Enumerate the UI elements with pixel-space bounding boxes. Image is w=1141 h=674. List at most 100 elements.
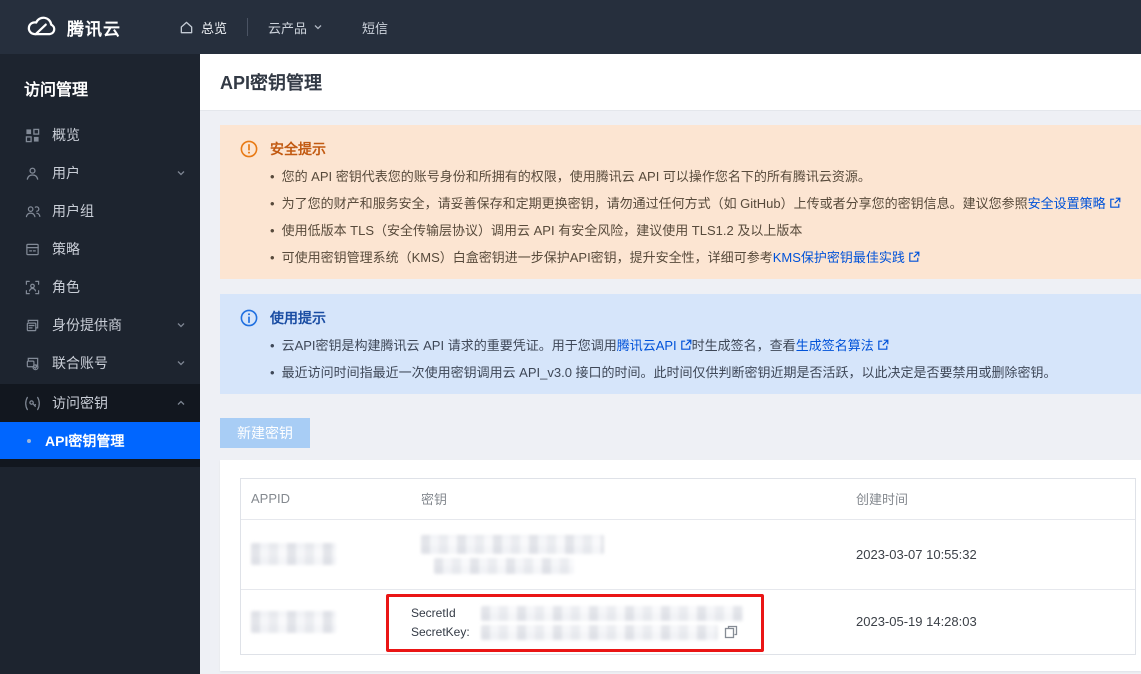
signature-algorithm-link[interactable]: 生成签名算法	[796, 338, 874, 353]
bullet-text: 为了您的财产和服务安全，请妥善保存和定期更换密钥，请勿通过任何方式（如 GitH…	[281, 196, 1028, 211]
usage-alert-title: 使用提示	[270, 310, 326, 326]
page-title: API密钥管理	[220, 73, 323, 93]
sidebar-group-access-keys: 访问密钥 API密钥管理	[0, 384, 200, 467]
sidebar-subitem-label: API密钥管理	[45, 432, 125, 449]
bullet-dot: •	[270, 250, 275, 265]
chevron-up-icon	[176, 398, 186, 408]
external-link-icon	[877, 339, 889, 350]
table-row: SecretId SecretKey: 2023-05-19 14:28:03	[241, 589, 1135, 654]
kms-best-practice-link[interactable]: KMS保护密钥最佳实践	[773, 250, 905, 265]
sidebar-subitem-api-key-management[interactable]: API密钥管理	[0, 422, 200, 459]
bullet-text: 时生成签名，查看	[691, 338, 796, 353]
sidebar-item-federated-accounts[interactable]: 联合账号	[0, 344, 200, 382]
nav-sms[interactable]: 短信	[342, 0, 408, 54]
sidebar-item-policies[interactable]: 策略	[0, 230, 200, 268]
masked-secret-key	[434, 557, 574, 574]
sidebar-item-label: 概览	[52, 127, 80, 143]
masked-secret-key-value	[481, 624, 718, 640]
nav-overview[interactable]: 总览	[159, 0, 247, 54]
top-nav-menu: 总览 云产品 短信	[159, 0, 408, 54]
security-policy-link[interactable]: 安全设置策略	[1028, 196, 1106, 211]
column-header-key: 密钥	[421, 492, 448, 508]
brand-name: 腾讯云	[67, 19, 121, 39]
chevron-down-icon	[314, 23, 322, 31]
top-navbar: 腾讯云 总览 云产品 短信	[0, 0, 1141, 54]
copy-icon[interactable]	[724, 625, 738, 639]
sidebar-item-label: 角色	[52, 279, 80, 295]
sidebar-item-identity-providers[interactable]: 身份提供商	[0, 306, 200, 344]
masked-appid	[251, 543, 336, 565]
tencent-cloud-api-link[interactable]: 腾讯云API	[617, 338, 677, 353]
sidebar: 访问管理 概览 用户 用户组 策略 角色 身份提供商 联合账号 访问密钥 API…	[0, 54, 200, 674]
security-alert: 安全提示 • 您的 API 密钥代表您的账号身份和所拥有的权限，使用腾讯云 API…	[220, 125, 1141, 279]
policy-icon	[24, 241, 41, 258]
user-group-icon	[24, 203, 41, 220]
sidebar-item-label: 访问密钥	[52, 395, 108, 411]
sidebar-title: 访问管理	[24, 82, 89, 99]
access-key-icon	[24, 395, 41, 412]
grid-icon	[24, 127, 41, 144]
masked-secret-id-value	[481, 605, 743, 621]
sidebar-item-label: 用户组	[52, 203, 94, 219]
external-link-icon	[680, 339, 692, 350]
bullet-text: 最近访问时间指最近一次使用密钥调用云 API_v3.0 接口的时间。此时间仅供判…	[281, 365, 1057, 380]
identity-provider-icon	[24, 317, 41, 334]
bullet-text: 使用低版本 TLS（安全传输层协议）调用云 API 有安全风险，建议使用 TLS…	[281, 223, 803, 238]
external-link-icon	[1109, 197, 1121, 208]
nav-sms-label: 短信	[362, 20, 389, 36]
red-highlight-box: SecretId SecretKey:	[386, 593, 764, 652]
nav-cloud-products-label: 云产品	[268, 20, 308, 36]
bullet-dot	[27, 438, 31, 443]
main-content: API密钥管理 安全提示 • 您的 API 密钥代表您的账号身份和所拥有的权限，…	[200, 54, 1141, 674]
warning-icon	[240, 140, 258, 158]
keys-card: APPID 密钥 创建时间 2023-03-07 10:55:32 Secret…	[220, 460, 1141, 671]
nav-cloud-products[interactable]: 云产品	[248, 0, 342, 54]
bullet-text: 可使用密钥管理系统（KMS）白盒密钥进一步保护API密钥，提升安全性，详细可参考	[281, 250, 773, 265]
sidebar-item-label: 联合账号	[52, 355, 108, 371]
bullet-dot: •	[270, 338, 275, 353]
usage-bullet: • 云API密钥是构建腾讯云 API 请求的重要凭证。用于您调用腾讯云API 时生成…	[270, 336, 1121, 355]
secret-id-label: SecretId	[411, 606, 456, 620]
chevron-down-icon	[176, 168, 186, 178]
chevron-down-icon	[176, 320, 186, 330]
sidebar-item-users[interactable]: 用户	[0, 154, 200, 192]
column-header-appid: APPID	[251, 491, 291, 507]
bullet-dot: •	[270, 196, 275, 211]
sidebar-item-user-groups[interactable]: 用户组	[0, 192, 200, 230]
page-header: API密钥管理	[200, 54, 1141, 110]
tencent-cloud-logo[interactable]: 腾讯云	[24, 15, 121, 40]
chevron-down-icon	[176, 358, 186, 368]
bullet-text: 云API密钥是构建腾讯云 API 请求的重要凭证。用于您调用	[281, 338, 617, 353]
info-icon	[240, 309, 258, 327]
sidebar-item-label: 用户	[52, 165, 80, 181]
security-alert-title: 安全提示	[270, 141, 326, 157]
usage-alert: 使用提示 • 云API密钥是构建腾讯云 API 请求的重要凭证。用于您调用腾讯云A…	[220, 294, 1141, 394]
sidebar-item-overview[interactable]: 概览	[0, 116, 200, 154]
cloud-logo-icon	[24, 15, 58, 39]
app-window: 腾讯云 总览 云产品 短信 访问管理 概览 用户 用户组 策略 角色 身份提供商…	[0, 0, 1141, 674]
table-header-row: APPID 密钥 创建时间	[241, 479, 1135, 519]
column-header-created: 创建时间	[856, 492, 909, 508]
security-bullet: • 可使用密钥管理系统（KMS）白盒密钥进一步保护API密钥，提升安全性，详细可参…	[270, 248, 1121, 267]
role-icon	[24, 279, 41, 296]
user-icon	[24, 165, 41, 182]
federated-account-icon	[24, 355, 41, 372]
nav-overview-label: 总览	[201, 20, 228, 36]
bullet-dot: •	[270, 169, 275, 184]
masked-key	[421, 534, 846, 574]
masked-appid	[251, 610, 336, 633]
sidebar-item-roles[interactable]: 角色	[0, 268, 200, 306]
sidebar-item-access-keys[interactable]: 访问密钥	[0, 384, 200, 422]
bullet-dot: •	[270, 365, 275, 380]
secret-key-label: SecretKey:	[411, 625, 470, 639]
page-body: 安全提示 • 您的 API 密钥代表您的账号身份和所拥有的权限，使用腾讯云 API…	[200, 110, 1141, 674]
security-bullet: • 为了您的财产和服务安全，请妥善保存和定期更换密钥，请勿通过任何方式（如 Git…	[270, 194, 1121, 213]
table-row: 2023-03-07 10:55:32	[241, 519, 1135, 589]
create-key-button[interactable]: 新建密钥	[220, 418, 310, 448]
sidebar-item-label: 身份提供商	[52, 317, 122, 333]
created-time: 2023-03-07 10:55:32	[856, 546, 977, 562]
security-bullet: • 您的 API 密钥代表您的账号身份和所拥有的权限，使用腾讯云 API 可以操作…	[270, 167, 1121, 186]
sidebar-item-label: 策略	[52, 241, 80, 257]
created-time: 2023-05-19 14:28:03	[856, 614, 977, 630]
external-link-icon	[909, 251, 920, 262]
